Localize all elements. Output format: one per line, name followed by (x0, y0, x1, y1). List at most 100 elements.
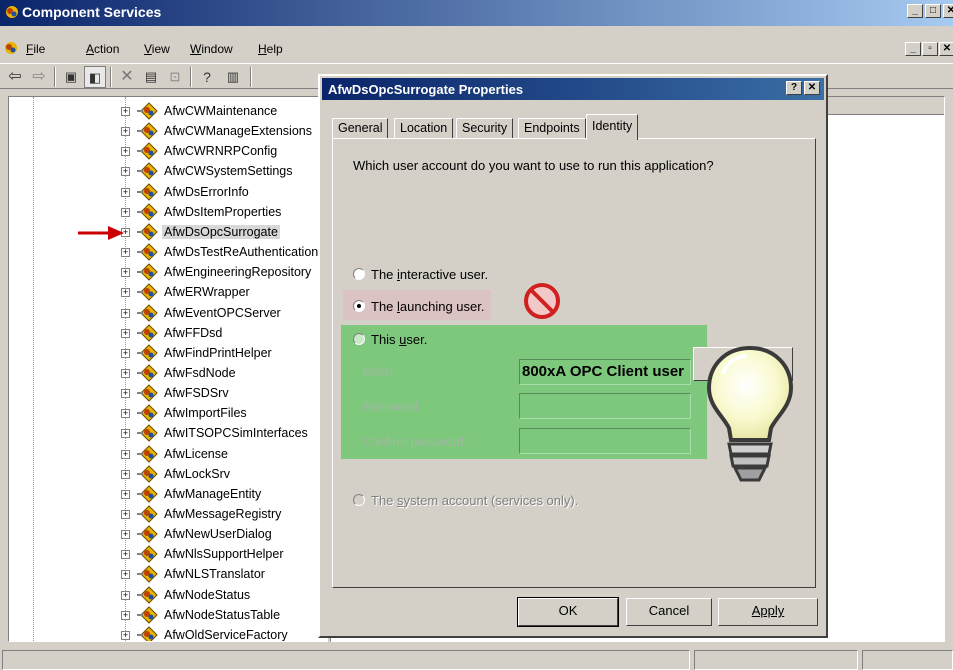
tab-endpoints[interactable]: Endpoints (518, 118, 586, 138)
expand-icon[interactable]: + (121, 530, 130, 540)
show-tree-icon[interactable]: ◧ (84, 66, 106, 88)
dialog-help-button[interactable]: ? (786, 81, 802, 95)
expand-icon[interactable]: + (121, 167, 130, 177)
tree-item[interactable]: + AfwFSDSrv (9, 383, 327, 403)
expand-icon[interactable]: + (121, 570, 130, 580)
radio-this-user[interactable]: This user. (353, 332, 427, 347)
tree-item[interactable]: + AfwLicense (9, 444, 327, 464)
expand-icon[interactable]: + (121, 107, 130, 116)
expand-icon[interactable]: + (121, 550, 130, 560)
child-restore-button[interactable]: ▫ (922, 42, 938, 56)
expand-icon[interactable]: + (121, 127, 130, 137)
user-field[interactable]: 800xA OPC Client user (519, 359, 691, 385)
radio-system-account[interactable]: The system account (services only). (353, 493, 578, 508)
tree-item[interactable]: + AfwOldServiceFactory (9, 625, 327, 641)
cancel-button[interactable]: Cancel (626, 598, 712, 626)
password-field[interactable] (519, 393, 691, 419)
expand-icon[interactable]: + (121, 147, 130, 157)
radio-button[interactable] (353, 268, 365, 280)
expand-icon[interactable]: + (121, 368, 130, 378)
expand-icon[interactable]: + (121, 288, 130, 298)
expand-icon[interactable]: + (121, 248, 130, 258)
dialog-close-button[interactable]: ✕ (804, 81, 820, 95)
tree-item[interactable]: + AfwDsErrorInfo (9, 182, 327, 202)
close-button[interactable]: ✕ (943, 4, 953, 18)
child-minimize-button[interactable]: _ (905, 42, 921, 56)
system-menu-icon[interactable] (3, 40, 19, 56)
tree-item[interactable]: + AfwManageEntity (9, 484, 327, 504)
radio-button-selected[interactable] (353, 300, 365, 312)
status-cell-main (2, 650, 690, 670)
com-application-icon (137, 344, 161, 362)
maximize-button[interactable]: □ (925, 4, 941, 18)
tree-item[interactable]: + AfwDsOpcSurrogate (9, 222, 327, 242)
child-close-button[interactable]: ✕ (939, 42, 953, 56)
tree-item[interactable]: + AfwEventOPCServer (9, 303, 327, 323)
delete-icon[interactable]: ✕ (116, 66, 138, 88)
properties-icon[interactable]: ▤ (140, 66, 162, 88)
radio-interactive-user[interactable]: The interactive user. (353, 267, 488, 282)
menu-action[interactable]: Action (86, 42, 119, 56)
radio-button-disabled[interactable] (353, 494, 365, 506)
expand-icon[interactable]: + (121, 489, 130, 499)
tree-item[interactable]: + AfwMessageRegistry (9, 504, 327, 524)
confirm-password-field[interactable] (519, 428, 691, 454)
menu-help[interactable]: Help (258, 42, 283, 56)
tree-item[interactable]: + AfwImportFiles (9, 403, 327, 423)
tab-identity[interactable]: Identity (586, 114, 639, 140)
expand-icon[interactable]: + (121, 207, 130, 217)
expand-icon[interactable]: + (121, 510, 130, 519)
tree-item[interactable]: + AfwNewUserDialog (9, 524, 327, 544)
back-icon[interactable]: ⇦ (4, 66, 26, 88)
tree-item-label: AfwFsdNode (164, 365, 236, 380)
expand-icon[interactable]: + (121, 187, 130, 197)
tree-item[interactable]: + AfwNodeStatusTable (9, 605, 327, 625)
expand-icon[interactable]: + (121, 328, 130, 338)
tree-item[interactable]: + AfwFsdNode (9, 363, 327, 383)
com-application-icon (137, 182, 161, 201)
tree-item[interactable]: + AfwNlsSupportHelper (9, 544, 327, 564)
ok-button[interactable]: OK (517, 597, 619, 627)
expand-icon[interactable]: + (121, 348, 130, 358)
up-folder-icon[interactable]: ▣ (60, 66, 82, 88)
expand-icon[interactable]: + (121, 630, 130, 640)
radio-launching-user[interactable]: The launching user. (353, 299, 484, 314)
tree-item[interactable]: + AfwITSOPCSimInterfaces (9, 423, 327, 443)
tree-item[interactable]: + AfwNodeStatus (9, 585, 327, 605)
tree-item[interactable]: + AfwERWrapper (9, 282, 327, 302)
expand-icon[interactable]: + (121, 389, 130, 399)
expand-icon[interactable]: + (121, 308, 130, 318)
tree-item[interactable]: + AfwLockSrv (9, 464, 327, 484)
tab-general[interactable]: General (332, 118, 389, 138)
expand-icon[interactable]: + (121, 409, 130, 419)
radio-button[interactable] (353, 333, 365, 345)
tree-item[interactable]: + AfwEngineeringRepository (9, 262, 327, 282)
expand-icon[interactable]: + (121, 429, 130, 439)
expand-icon[interactable]: + (121, 268, 130, 278)
refresh-icon[interactable]: ⊡ (164, 66, 186, 88)
expand-icon[interactable]: + (121, 610, 130, 620)
tree-item[interactable]: + AfwCWRNRPConfig (9, 141, 327, 161)
tab-security[interactable]: Security (456, 118, 514, 138)
console-icon[interactable]: ▥ (222, 66, 244, 88)
tree-item[interactable]: + AfwCWMaintenance (9, 101, 327, 121)
tree-item[interactable]: + AfwDsItemProperties (9, 202, 327, 222)
menu-window[interactable]: Window (190, 42, 233, 56)
tree-item[interactable]: + AfwDsTestReAuthentication (9, 242, 327, 262)
apply-button[interactable]: Apply (718, 598, 818, 626)
forward-icon[interactable]: ⇨ (28, 66, 50, 88)
help-icon[interactable]: ? (196, 66, 218, 88)
tree-pane[interactable]: + AfwCWMaintenance + AfwCWManageExtensions +… (8, 96, 328, 642)
tree-item[interactable]: + AfwFFDsd (9, 323, 327, 343)
tree-item[interactable]: + AfwNLSTranslator (9, 564, 327, 584)
minimize-button[interactable]: _ (907, 4, 923, 18)
menu-view[interactable]: View (144, 42, 170, 56)
expand-icon[interactable]: + (121, 469, 130, 479)
tab-location[interactable]: Location (394, 118, 454, 138)
tree-item[interactable]: + AfwCWSystemSettings (9, 161, 327, 181)
expand-icon[interactable]: + (121, 590, 130, 600)
menu-file[interactable]: File (26, 42, 45, 56)
tree-item[interactable]: + AfwCWManageExtensions (9, 121, 327, 141)
expand-icon[interactable]: + (121, 449, 130, 459)
tree-item[interactable]: + AfwFindPrintHelper (9, 343, 327, 363)
